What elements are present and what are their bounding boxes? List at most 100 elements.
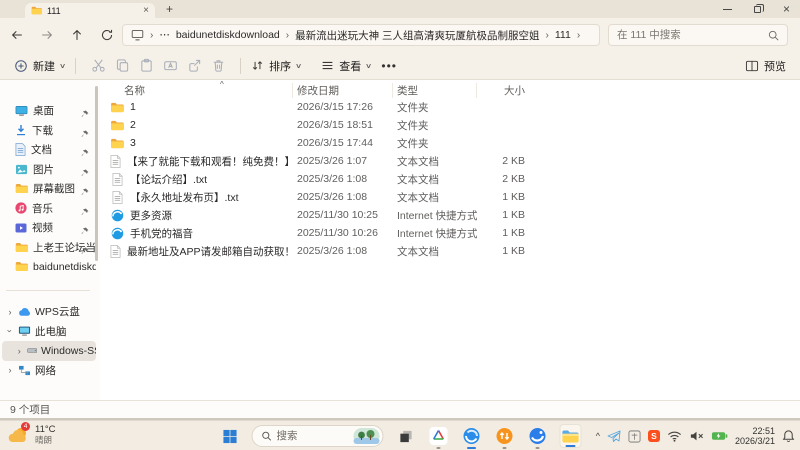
- sidebar-item-label: 网络: [35, 363, 56, 378]
- sidebar-item-desktop[interactable]: 桌面: [2, 101, 96, 121]
- file-size: 2 KB: [477, 155, 527, 167]
- column-header-date[interactable]: 修改日期: [293, 83, 393, 98]
- file-row[interactable]: 3 2026/3/15 17:44 文件夹: [108, 134, 798, 152]
- file-row[interactable]: 更多资源 2025/11/30 10:25 Internet 快捷方式 1 KB: [108, 206, 798, 224]
- chevron-right-icon[interactable]: ›: [16, 346, 23, 356]
- sidebar-item-windows-ssd[interactable]: › Windows-SSD: [2, 341, 96, 361]
- sidebar-item-wps-cloud[interactable]: › WPS云盘: [2, 302, 96, 322]
- sogou-icon[interactable]: S: [648, 430, 660, 442]
- weather-widget[interactable]: 4 11°C 晴朗: [8, 424, 56, 446]
- up-button[interactable]: [70, 28, 84, 42]
- search-icon: [768, 30, 779, 41]
- sidebar-item-documents[interactable]: 文档: [2, 140, 96, 160]
- breadcrumb-item[interactable]: 最新流出迷玩大神 三人组高清爽玩厦航极品制服空姐: [295, 28, 539, 43]
- sidebar-item-this-pc[interactable]: › 此电脑: [2, 322, 96, 342]
- weather-condition: 晴朗: [35, 435, 56, 446]
- taskbar-search-box[interactable]: [252, 425, 384, 447]
- tab-close-icon[interactable]: ×: [143, 6, 149, 16]
- documents-icon: [15, 143, 26, 156]
- chevron-right-icon[interactable]: ›: [6, 307, 14, 317]
- new-tab-button[interactable]: +: [166, 2, 173, 16]
- file-type: 文件夹: [393, 100, 477, 115]
- volume-muted-icon[interactable]: [689, 430, 704, 442]
- copy-button[interactable]: [110, 58, 134, 73]
- sort-arrows-icon: [251, 59, 264, 72]
- text-file-icon: [110, 173, 124, 186]
- file-row[interactable]: 1 2026/3/15 17:26 文件夹: [108, 98, 798, 116]
- taskbar-search-input[interactable]: [277, 430, 349, 442]
- file-row[interactable]: 2 2026/3/15 18:51 文件夹: [108, 116, 798, 134]
- sidebar-item-folder-laowang[interactable]: 上老王论坛当: [2, 238, 96, 258]
- column-header-name[interactable]: ^名称: [108, 83, 293, 98]
- search-input[interactable]: [617, 29, 768, 41]
- sidebar-item-folder-baidunetdisk[interactable]: baidunetdiskdownload: [2, 257, 96, 277]
- sidebar-scrollbar[interactable]: [95, 86, 98, 261]
- address-bar[interactable]: › ⋯ baidunetdiskdownload › 最新流出迷玩大神 三人组高…: [122, 24, 600, 46]
- column-header-type[interactable]: 类型: [393, 83, 477, 98]
- file-row[interactable]: 最新地址及APP请发邮箱自动获取！！！.txt 2025/3/26 1:08 文…: [108, 242, 798, 260]
- preview-toggle[interactable]: 预览: [745, 58, 786, 74]
- folder-icon: [110, 120, 124, 131]
- forward-button[interactable]: [40, 28, 54, 42]
- sidebar-item-pictures[interactable]: 图片: [2, 160, 96, 180]
- view-button[interactable]: 查看 ∨: [321, 58, 371, 74]
- explorer-tab[interactable]: 111 ×: [25, 3, 155, 18]
- file-date: 2025/11/30 10:26: [293, 227, 393, 239]
- tri-loop-app-icon[interactable]: [428, 423, 450, 449]
- explorer-search-box[interactable]: [608, 24, 788, 46]
- delete-button[interactable]: [206, 58, 230, 73]
- ime-tray-icon[interactable]: [628, 430, 641, 443]
- close-button[interactable]: ×: [783, 3, 790, 15]
- tray-expand-chevron[interactable]: ^: [596, 431, 600, 441]
- file-date: 2025/11/30 10:25: [293, 209, 393, 221]
- sidebar-item-screenshots[interactable]: 屏幕截图: [2, 179, 96, 199]
- orange-updown-logo: [496, 427, 514, 445]
- orange-updown-app-icon[interactable]: [494, 423, 516, 449]
- task-view-icon: [398, 429, 413, 444]
- paste-button[interactable]: [134, 58, 158, 73]
- minimize-button[interactable]: [723, 9, 732, 10]
- restore-button[interactable]: [754, 6, 761, 13]
- sidebar-item-network[interactable]: › 网络: [2, 361, 96, 381]
- file-row[interactable]: 手机党的福音 2025/11/30 10:26 Internet 快捷方式 1 …: [108, 224, 798, 242]
- share-button[interactable]: [182, 58, 206, 73]
- crumb-separator: ›: [577, 30, 580, 41]
- folder-icon: [31, 6, 42, 15]
- rename-button[interactable]: [158, 58, 182, 73]
- sort-button[interactable]: 排序 ∨: [251, 58, 301, 74]
- wifi-icon[interactable]: [667, 430, 682, 442]
- chevron-right-icon[interactable]: ›: [6, 365, 14, 375]
- refresh-button[interactable]: [100, 28, 114, 42]
- sidebar-item-downloads[interactable]: 下载: [2, 121, 96, 141]
- tab-strip: 111 × + ×: [0, 0, 800, 18]
- file-row[interactable]: 【论坛介绍】.txt 2025/3/26 1:08 文本文档 2 KB: [108, 170, 798, 188]
- breadcrumb-item[interactable]: 111: [555, 29, 571, 41]
- more-options-button[interactable]: •••: [381, 59, 397, 73]
- sort-button-label: 排序: [269, 58, 291, 74]
- videos-icon: [15, 222, 27, 234]
- back-button[interactable]: [10, 28, 24, 42]
- share-icon: [187, 58, 202, 73]
- battery-icon[interactable]: [711, 431, 728, 441]
- file-explorer-taskbar-icon[interactable]: [560, 424, 582, 448]
- preview-pane-icon: [745, 60, 759, 72]
- telegram-icon[interactable]: [607, 430, 621, 442]
- column-header-size[interactable]: 大小: [477, 83, 527, 98]
- new-button[interactable]: 新建 ∨: [14, 58, 65, 74]
- file-name: 最新地址及APP请发邮箱自动获取！！！.txt: [127, 244, 293, 259]
- file-row[interactable]: 【永久地址发布页】.txt 2025/3/26 1:08 文本文档 1 KB: [108, 188, 798, 206]
- task-view-button[interactable]: [395, 423, 417, 449]
- file-row[interactable]: 【来了就能下载和观看！纯免费！】.txt 2025/3/26 1:07 文本文档…: [108, 152, 798, 170]
- drive-icon: [27, 346, 38, 355]
- blue-swirl-browser-icon[interactable]: [461, 423, 483, 449]
- chevron-down-icon[interactable]: ›: [5, 327, 15, 335]
- blue-orb-browser-icon[interactable]: [527, 423, 549, 449]
- clock[interactable]: 22:51 2026/3/21: [735, 426, 775, 446]
- cut-button[interactable]: [86, 58, 110, 73]
- notification-bell-icon[interactable]: [782, 429, 795, 443]
- crumb-ellipsis[interactable]: ⋯: [159, 29, 170, 41]
- sidebar-item-videos[interactable]: 视频: [2, 218, 96, 238]
- start-button[interactable]: [219, 423, 241, 449]
- breadcrumb-item[interactable]: baidunetdiskdownload: [176, 29, 280, 41]
- sidebar-item-music[interactable]: 音乐: [2, 199, 96, 219]
